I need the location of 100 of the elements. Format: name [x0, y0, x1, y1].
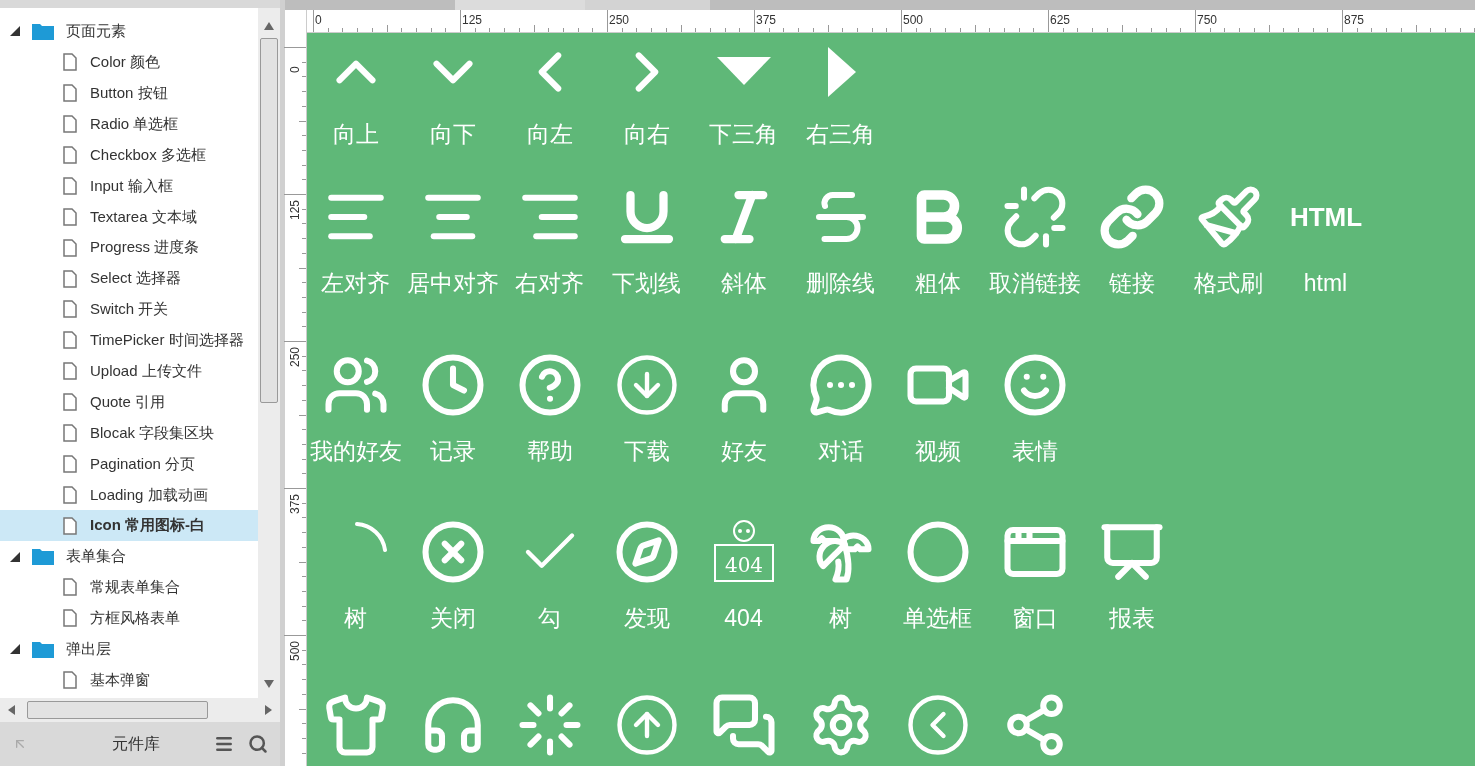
tree-item[interactable]: Pagination 分页	[0, 448, 258, 480]
icon-label: html	[1303, 269, 1348, 298]
ruler-label: 125	[462, 12, 483, 29]
expand-triangle-icon[interactable]	[10, 644, 20, 655]
scrollbar-thumb[interactable]	[260, 38, 278, 403]
icon-label: 树	[344, 604, 367, 633]
icon-label: 窗口	[1011, 604, 1058, 633]
tree-item[interactable]: Progress 进度条	[0, 232, 258, 264]
tree-item[interactable]: 基本弹窗	[0, 664, 258, 696]
icon-label: 好友	[720, 437, 767, 466]
icon-label: 视频	[914, 437, 961, 466]
item-label: Button 按钮	[90, 82, 168, 103]
tree-item[interactable]: Color 颜色	[0, 46, 258, 78]
file-icon	[63, 115, 77, 134]
item-label: Select 选择器	[90, 268, 181, 289]
file-icon	[63, 609, 77, 628]
item-label: Switch 开关	[90, 299, 169, 320]
icon-label: 右三角	[806, 120, 875, 149]
ruler-label: 0	[287, 66, 303, 73]
tree-item[interactable]: TimePicker 时间选择器	[0, 324, 258, 356]
item-label: 基本弹窗	[90, 669, 150, 690]
scroll-right-arrow-icon[interactable]	[265, 705, 272, 715]
library-title: 元件库	[111, 734, 161, 754]
icon-label: 向上	[332, 120, 379, 149]
item-label: 常规表单集合	[90, 577, 180, 598]
item-label: Loading 加载动画	[90, 484, 208, 505]
link-icon	[1098, 184, 1165, 250]
expand-triangle-icon[interactable]	[10, 26, 20, 37]
icon-label: 对话	[817, 437, 864, 466]
tree-folder[interactable]: 页面元素	[0, 16, 258, 47]
icon-label: 下载	[623, 437, 670, 466]
scroll-up-arrow-icon[interactable]	[264, 22, 274, 30]
tree-item[interactable]: Checkbox 多选框	[0, 139, 258, 171]
icon-label: 勾	[538, 604, 561, 633]
icon-label: 居中对齐	[406, 269, 499, 298]
file-icon	[63, 578, 77, 597]
file-icon	[63, 53, 77, 72]
tree-folder[interactable]: 表单集合	[0, 541, 258, 573]
tree-item[interactable]: Switch 开关	[0, 294, 258, 325]
folder-icon	[32, 640, 54, 658]
item-label: 方框风格表单	[90, 608, 180, 629]
folder-label: 表单集合	[66, 546, 126, 567]
menu-icon[interactable]	[214, 734, 234, 754]
ruler-label: 500	[903, 12, 924, 29]
item-label: Progress 进度条	[90, 237, 200, 258]
ruler-label: 375	[756, 12, 777, 29]
tree-item[interactable]: Textarea 文本域	[0, 201, 258, 233]
folder-label: 弹出层	[66, 639, 111, 659]
icon-label: 链接	[1108, 269, 1155, 298]
scroll-left-arrow-icon[interactable]	[8, 705, 15, 715]
item-label: Pagination 分页	[90, 453, 196, 474]
icon-label: 斜体	[720, 269, 767, 298]
file-icon	[63, 331, 77, 350]
tree-item[interactable]: 方框风格表单	[0, 602, 258, 634]
tree-item[interactable]: 常规表单集合	[0, 572, 258, 603]
not-found-drawing: 404	[708, 517, 779, 587]
item-label: TimePicker 时间选择器	[90, 330, 244, 351]
file-icon	[63, 238, 77, 257]
folder-icon	[32, 22, 54, 40]
horizontal-scrollbar[interactable]	[0, 698, 280, 722]
search-icon[interactable]	[248, 734, 268, 754]
icon-label: 右对齐	[515, 269, 584, 298]
item-label: Icon 常用图标-白	[90, 515, 205, 536]
icon-label: 下三角	[709, 120, 778, 149]
scrollbar-thumb[interactable]	[27, 701, 208, 719]
expand-triangle-icon[interactable]	[10, 551, 20, 562]
tree-item[interactable]: Select 选择器	[0, 263, 258, 294]
file-icon	[63, 454, 77, 473]
file-icon	[63, 424, 77, 442]
html-icon: HTML	[1285, 197, 1366, 237]
icon-label: 向右	[623, 120, 670, 149]
file-icon	[63, 84, 77, 103]
tree-item[interactable]: Icon 常用图标-白	[0, 510, 258, 542]
file-icon	[63, 269, 77, 288]
vertical-scrollbar[interactable]	[258, 8, 280, 698]
icon-label: 单选框	[903, 604, 972, 633]
tree-item[interactable]: Input 输入框	[0, 170, 258, 202]
ruler-label: 375	[287, 493, 303, 514]
icon-label: 向下	[429, 120, 476, 149]
tree-item[interactable]: Upload 上传文件	[0, 355, 258, 387]
chat-bubble-icon	[807, 352, 874, 418]
scroll-down-arrow-icon[interactable]	[264, 680, 274, 688]
tree-item[interactable]: Button 按钮	[0, 77, 258, 109]
item-label: Upload 上传文件	[90, 361, 202, 381]
ruler-label: 250	[609, 12, 630, 29]
icon-label: 报表	[1108, 604, 1155, 633]
tree-folder[interactable]: 弹出层	[0, 633, 258, 665]
tree-item[interactable]: Loading 加载动画	[0, 479, 258, 511]
tree-item[interactable]: Quote 引用	[0, 386, 258, 418]
ruler-label: 500	[287, 640, 303, 661]
icon-label: 删除线	[806, 269, 875, 298]
item-label: Color 颜色	[90, 52, 160, 73]
icon-label: 帮助	[526, 437, 573, 466]
tree-item[interactable]: Blocak 字段集区块	[0, 417, 258, 449]
tree-item[interactable]: Radio 单选框	[0, 108, 258, 140]
file-icon	[63, 393, 77, 412]
ruler-label: 0	[315, 12, 322, 29]
file-icon	[63, 516, 77, 535]
arc-icon	[354, 522, 387, 552]
file-icon	[63, 146, 77, 164]
